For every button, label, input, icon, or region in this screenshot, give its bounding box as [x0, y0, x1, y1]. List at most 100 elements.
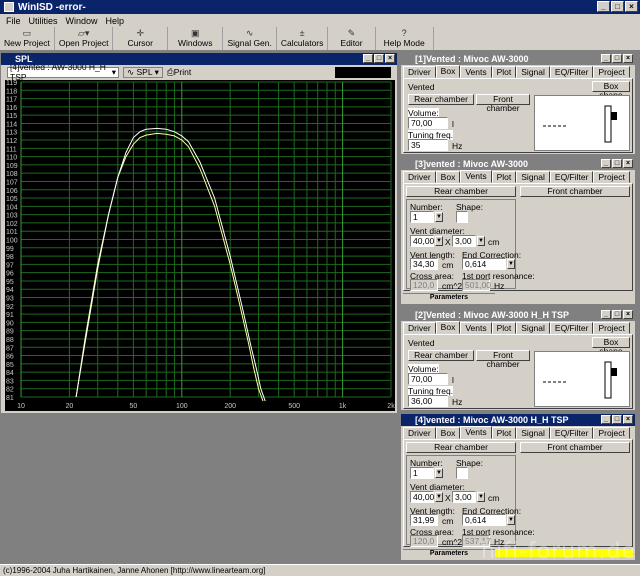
calculators-button[interactable]: ± Calculators [277, 27, 329, 50]
tab-plot[interactable]: Plot [491, 171, 517, 183]
editor-button[interactable]: ✎ Editor [328, 27, 376, 50]
tab-project[interactable]: Project [593, 322, 630, 334]
tuning-input[interactable]: 35 [408, 139, 448, 151]
maximize-button[interactable]: □ [611, 1, 624, 12]
rear-chamber-button[interactable]: Rear chamber [408, 350, 474, 361]
front-chamber-button[interactable]: Front chamber [520, 186, 630, 197]
volume-input[interactable]: 70,00 [408, 117, 448, 129]
parameters-strip: Parameters [403, 293, 495, 301]
y-tick-label: 118 [6, 88, 17, 95]
vent-length-input[interactable]: 31,99 [410, 514, 438, 526]
tab-plot[interactable]: Plot [491, 322, 517, 334]
cursor-button[interactable]: ✛ Cursor [113, 27, 168, 50]
tab-driver[interactable]: Driver [403, 171, 436, 183]
rear-chamber-button[interactable]: Rear chamber [408, 94, 474, 105]
signal-gen-button[interactable]: ∿ Signal Gen. [223, 27, 277, 50]
tab-plot[interactable]: Plot [491, 66, 517, 78]
tab-driver[interactable]: Driver [403, 427, 436, 439]
tab-signal[interactable]: Signal [516, 66, 550, 78]
new-project-button[interactable]: ▭ New Project [0, 27, 55, 50]
chevron-down-icon[interactable]: ▼ [477, 492, 485, 502]
tab-signal[interactable]: Signal [516, 427, 550, 439]
tab-signal[interactable]: Signal [516, 322, 550, 334]
rear-chamber-button[interactable]: Rear chamber [406, 186, 516, 197]
chevron-down-icon[interactable]: ▼ [435, 212, 443, 222]
menu-utilities[interactable]: Utilities [29, 16, 58, 26]
y-tick-label: 115 [6, 113, 17, 120]
box-shape-button[interactable]: Box shape [592, 337, 630, 356]
tab-vents[interactable]: Vents [460, 322, 492, 334]
vent-shape-box[interactable] [456, 211, 468, 223]
chevron-down-icon: ▾ [111, 66, 116, 77]
chevron-down-icon[interactable]: ▼ [477, 236, 485, 246]
vent-shape-box[interactable] [456, 467, 468, 479]
tab-box[interactable]: Box [435, 321, 461, 334]
tab-eq-filter[interactable]: EQ/Filter [549, 322, 594, 334]
tab-vents[interactable]: Vents [460, 426, 492, 439]
y-tick-label: 105 [6, 196, 18, 203]
pane-project-3: [3]vented : Mivoc AW-3000 _ □ × Driver Box … [400, 157, 636, 305]
tab-box[interactable]: Box [435, 65, 461, 78]
tab-eq-filter[interactable]: EQ/Filter [549, 171, 594, 183]
tab-box[interactable]: Box [435, 171, 461, 183]
windows-button[interactable]: ▣ Windows [168, 27, 224, 50]
tuning-input[interactable]: 36,00 [408, 395, 448, 407]
open-project-button[interactable]: ▱▾ Open Project [55, 27, 114, 50]
x-tick-label: 100 [176, 403, 188, 410]
box-diagram [534, 351, 630, 407]
vent-number-select[interactable]: 1 [410, 211, 434, 223]
vent-length-input[interactable]: 34,30 [410, 258, 438, 270]
chevron-down-icon[interactable]: ▼ [507, 515, 515, 525]
y-tick-label: 107 [6, 179, 18, 186]
vent-number-select[interactable]: 1 [410, 467, 434, 479]
chevron-down-icon[interactable]: ▼ [435, 468, 443, 478]
front-chamber-button[interactable]: Front chamber [476, 350, 530, 369]
y-tick-label: 109 [6, 163, 18, 170]
menu-help[interactable]: Help [106, 16, 125, 26]
chevron-down-icon[interactable]: ▼ [435, 236, 443, 246]
tab-plot[interactable]: Plot [491, 427, 517, 439]
end-correction-select[interactable]: 0,614 [462, 514, 506, 526]
print-button[interactable]: ⎙Print [167, 67, 191, 78]
tab-vents[interactable]: Vents [460, 66, 492, 78]
y-tick-label: 87 [6, 345, 14, 352]
vent-width-input[interactable]: 3,00 [452, 235, 476, 247]
close-button[interactable]: × [625, 1, 638, 12]
vent-diameter-input[interactable]: 40,00 [410, 235, 434, 247]
tab-project[interactable]: Project [593, 66, 630, 78]
spl-mode-button[interactable]: ∿ SPL ▾ [123, 66, 163, 78]
spl-maximize-button[interactable]: □ [374, 54, 384, 63]
volume-input[interactable]: 70,00 [408, 373, 448, 385]
rear-chamber-button[interactable]: Rear chamber [406, 442, 516, 453]
y-tick-label: 108 [6, 171, 18, 178]
tab-eq-filter[interactable]: EQ/Filter [549, 427, 594, 439]
tab-driver[interactable]: Driver [403, 66, 436, 78]
spl-minimize-button[interactable]: _ [363, 54, 373, 63]
menu-window[interactable]: Window [66, 16, 98, 26]
spl-close-button[interactable]: × [385, 54, 395, 63]
front-chamber-button[interactable]: Front chamber [476, 94, 530, 113]
tab-vents[interactable]: Vents [460, 170, 492, 183]
tab-eq-filter[interactable]: EQ/Filter [549, 66, 594, 78]
tab-driver[interactable]: Driver [403, 322, 436, 334]
end-correction-select[interactable]: 0,614 [462, 258, 506, 270]
tab-project[interactable]: Project [593, 171, 630, 183]
box-shape-button[interactable]: Box shape [592, 81, 630, 100]
tab-box[interactable]: Box [435, 427, 461, 439]
minimize-button[interactable]: _ [597, 1, 610, 12]
project-select[interactable]: [4]vented : AW-3000 H_H TSP ▾ [7, 62, 119, 82]
vent-width-input[interactable]: 3,00 [452, 491, 476, 503]
tab-project[interactable]: Project [593, 427, 630, 439]
chevron-down-icon[interactable]: ▼ [507, 259, 515, 269]
help-mode-button[interactable]: ? Help Mode [376, 27, 434, 50]
vent-diameter-input[interactable]: 40,00 [410, 491, 434, 503]
tab-signal[interactable]: Signal [516, 171, 550, 183]
new-project-icon: ▭ [22, 28, 32, 38]
chevron-down-icon[interactable]: ▼ [435, 492, 443, 502]
y-tick-label: 114 [6, 121, 17, 128]
pane-project-2: [2]Vented : Mivoc AW-3000 H_H TSP _ □ × Dri… [400, 308, 636, 411]
menu-file[interactable]: File [6, 16, 21, 26]
spl-plot[interactable]: 119 118 117 116 115 114 113 112 111 110 109 108 107 1… [5, 80, 395, 411]
front-chamber-button[interactable]: Front chamber [520, 442, 630, 453]
y-tick-label: 91 [6, 312, 14, 319]
